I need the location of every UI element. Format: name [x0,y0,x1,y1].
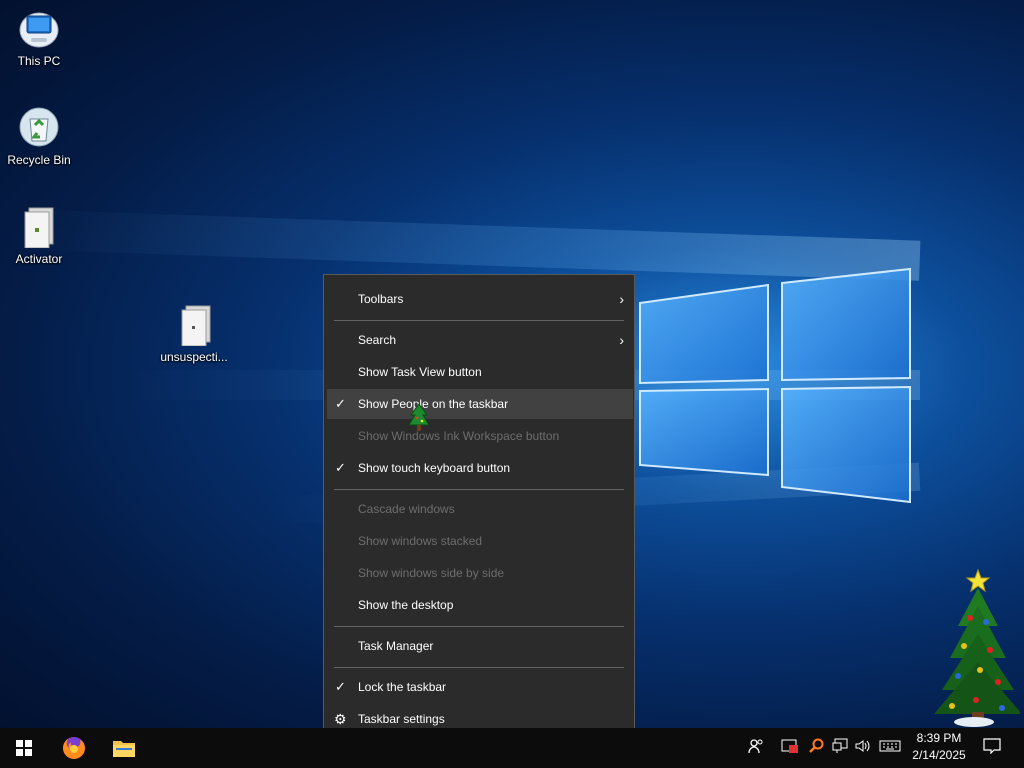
menu-item-label: Cascade windows [358,502,455,516]
christmas-tree-cursor-icon [408,403,430,431]
menu-item-show-people[interactable]: ✓ Show People on the taskbar [327,389,633,419]
menu-item-label: Show the desktop [358,598,454,612]
people-icon[interactable] [746,738,766,758]
menu-item-show-ink-workspace: Show Windows Ink Workspace button [324,421,634,451]
menu-item-show-windows-side-by-side: Show windows side by side [324,558,634,588]
menu-separator [334,626,624,627]
desktop-icon-activator[interactable]: Activator [1,204,77,266]
checkmark-icon: ✓ [335,396,346,411]
firefox-icon [63,737,85,759]
taskbar-clock[interactable]: 8:39 PM 2/14/2025 [900,730,978,764]
menu-item-label: Show windows stacked [358,534,483,548]
clock-time: 8:39 PM [916,731,962,745]
desktop-icon-label: Recycle Bin [7,153,71,167]
windows-logo-wallpaper [639,267,911,504]
recycle-bin-icon [17,105,61,149]
menu-item-show-task-view[interactable]: Show Task View button [324,357,634,387]
taskbar-context-menu: Toolbars › Search › Show Task View butto… [323,274,635,743]
taskbar: 8:39 PM 2/14/2025 [0,728,1024,768]
computer-icon [17,6,61,50]
menu-item-label: Show windows side by side [358,566,505,580]
action-center-icon[interactable] [982,738,1002,758]
network-icon[interactable] [830,738,850,758]
menu-item-search[interactable]: Search › [324,325,634,355]
menu-item-label: Lock the taskbar [358,680,447,694]
file-icon [172,302,216,347]
menu-item-show-touch-keyboard[interactable]: ✓ Show touch keyboard button [324,453,634,483]
taskbar-file-explorer[interactable] [99,728,147,768]
menu-item-label: Show Task View button [358,365,482,379]
menu-item-label: Toolbars [358,292,404,306]
chevron-right-icon: › [619,291,624,307]
menu-separator [334,667,624,668]
menu-item-label: Show touch keyboard button [358,461,511,475]
clock-date: 2/14/2025 [912,748,966,762]
volume-icon[interactable] [853,738,873,758]
menu-item-label: Show People on the taskbar [358,397,509,411]
desktop-icon-label: This PC [17,54,61,68]
menu-separator [334,489,624,490]
desktop-icon-label: unsuspecti... [160,350,228,364]
menu-separator [334,320,624,321]
taskbar-firefox[interactable] [50,728,98,768]
menu-item-toolbars[interactable]: Toolbars › [324,284,634,314]
menu-item-task-manager[interactable]: Task Manager [324,631,634,661]
menu-item-cascade-windows: Cascade windows [324,494,634,524]
chevron-right-icon: › [619,332,624,348]
start-icon [16,740,32,756]
desktop-icon-recycle-bin[interactable]: Recycle Bin [1,105,77,167]
menu-item-show-windows-stacked: Show windows stacked [324,526,634,556]
desktop-icon-label: Activator [15,252,63,266]
keyboard-icon[interactable] [878,738,902,758]
search-tool-icon[interactable] [806,738,826,758]
security-icon[interactable] [780,738,800,758]
checkmark-icon: ✓ [335,679,346,694]
checkmark-icon: ✓ [335,460,346,475]
desktop-icon-unsuspecti[interactable]: unsuspecti... [156,302,232,364]
menu-item-show-desktop[interactable]: Show the desktop [324,590,634,620]
file-icon [17,204,61,249]
start-button[interactable] [0,728,48,768]
menu-item-label: Task Manager [358,639,434,653]
christmas-tree-decoration [934,568,1020,727]
menu-item-lock-taskbar[interactable]: ✓ Lock the taskbar [324,672,634,702]
desktop-icon-this-pc[interactable]: This PC [1,6,77,68]
file-explorer-icon [113,741,135,757]
menu-item-label: Show Windows Ink Workspace button [358,429,560,443]
menu-item-label: Search [358,333,397,347]
